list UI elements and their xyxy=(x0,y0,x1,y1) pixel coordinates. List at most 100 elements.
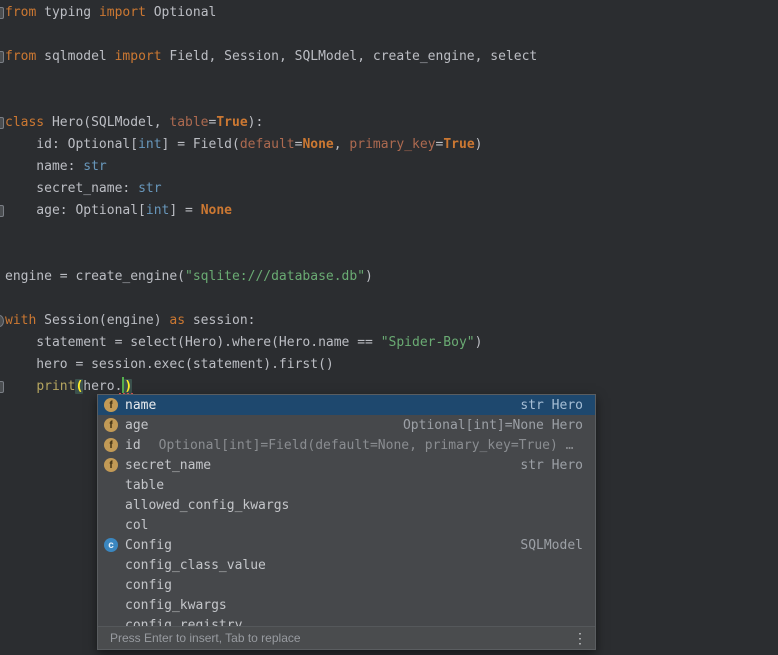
token-nb: None xyxy=(302,137,333,152)
code-line[interactable]: statement = select(Hero).where(Hero.name… xyxy=(5,332,778,354)
completion-type-hint: Optional[int]=None Hero xyxy=(403,418,583,433)
completion-label: col xyxy=(125,518,148,533)
gutter-icon-fragment xyxy=(0,7,4,19)
code-line[interactable] xyxy=(5,222,778,244)
completion-item[interactable]: config_registry xyxy=(98,615,595,626)
token-pl: ) xyxy=(365,269,373,284)
no-icon-spacer xyxy=(104,578,118,592)
token-str: "sqlite:///database.db" xyxy=(185,269,365,284)
token-kw: from xyxy=(5,5,36,20)
code-line[interactable] xyxy=(5,288,778,310)
completion-label: config xyxy=(125,578,172,593)
completion-label: secret_name xyxy=(125,458,211,473)
autocomplete-popup: fnamestr HerofageOptional[int]=None Hero… xyxy=(97,394,596,650)
token-kwarg: primary_key xyxy=(349,137,435,152)
code-line[interactable] xyxy=(5,244,778,266)
code-line[interactable]: hero = session.exec(statement).first() xyxy=(5,354,778,376)
class-icon: c xyxy=(104,538,118,552)
token-pl: ): xyxy=(248,115,264,130)
gutter-icon-fragment xyxy=(0,205,4,217)
token-kw: as xyxy=(169,313,185,328)
token-pl xyxy=(5,379,36,394)
token-pl: sqlmodel xyxy=(36,49,114,64)
completion-item[interactable]: config xyxy=(98,575,595,595)
no-icon-spacer xyxy=(104,498,118,512)
token-kw: with xyxy=(5,313,36,328)
token-ty: int xyxy=(146,203,169,218)
token-ty: str xyxy=(138,181,161,196)
token-pl: Optional xyxy=(146,5,216,20)
token-pl: hero. xyxy=(83,379,122,394)
token-pl: id: Optional[ xyxy=(5,137,138,152)
token-pl: hero = session.exec(statement).first() xyxy=(5,357,334,372)
token-kw: import xyxy=(115,49,162,64)
completion-item[interactable]: fageOptional[int]=None Hero xyxy=(98,415,595,435)
code-line[interactable]: from typing import Optional xyxy=(5,2,778,24)
no-icon-spacer xyxy=(104,478,118,492)
token-nb: None xyxy=(201,203,232,218)
token-pl: , xyxy=(334,137,350,152)
token-pl: Session(engine) xyxy=(36,313,169,328)
editor-code-area[interactable]: from typing import Optionalfrom sqlmodel… xyxy=(0,0,778,398)
gutter-icon-fragment xyxy=(0,51,4,63)
code-line[interactable]: class Hero(SQLModel, table=True): xyxy=(5,112,778,134)
completion-footer: Press Enter to insert, Tab to replace ⋮ xyxy=(98,626,595,649)
field-icon: f xyxy=(104,418,118,432)
token-pl: ) xyxy=(475,335,483,350)
token-pl: ) xyxy=(475,137,483,152)
code-line[interactable] xyxy=(5,90,778,112)
code-line[interactable]: id: Optional[int] = Field(default=None, … xyxy=(5,134,778,156)
token-pl: Hero(SQLModel, xyxy=(44,115,169,130)
completion-item[interactable]: cConfigSQLModel xyxy=(98,535,595,555)
code-line[interactable]: with Session(engine) as session: xyxy=(5,310,778,332)
code-line[interactable]: secret_name: str xyxy=(5,178,778,200)
completion-item[interactable]: config_kwargs xyxy=(98,595,595,615)
token-kw: from xyxy=(5,49,36,64)
token-ty: str xyxy=(83,159,106,174)
field-icon: f xyxy=(104,458,118,472)
completion-label: allowed_config_kwargs xyxy=(125,498,289,513)
code-line[interactable]: age: Optional[int] = None xyxy=(5,200,778,222)
token-kwarg: table xyxy=(169,115,208,130)
completion-label: id xyxy=(125,438,141,453)
completion-item[interactable]: f secret_name str Hero xyxy=(98,455,595,475)
completion-item[interactable]: col xyxy=(98,515,595,535)
completion-list: fnamestr HerofageOptional[int]=None Hero… xyxy=(98,395,595,626)
completion-signature: Optional[int]=Field(default=None, primar… xyxy=(159,438,574,453)
code-line[interactable] xyxy=(5,68,778,90)
token-pl: Field, Session, SQLModel, create_engine,… xyxy=(162,49,538,64)
token-nb: True xyxy=(443,137,474,152)
code-editor-window: from typing import Optionalfrom sqlmodel… xyxy=(0,0,778,655)
completion-type-hint: str Hero xyxy=(520,458,583,473)
no-icon-spacer xyxy=(104,518,118,532)
completion-item[interactable]: config_class_value xyxy=(98,555,595,575)
no-icon-spacer xyxy=(104,558,118,572)
completion-item[interactable]: fidOptional[int]=Field(default=None, pri… xyxy=(98,435,595,455)
no-icon-spacer xyxy=(104,618,118,626)
token-pl: typing xyxy=(36,5,99,20)
token-pl: ] = xyxy=(169,203,200,218)
token-pl: secret_name: xyxy=(5,181,138,196)
kebab-menu-icon[interactable]: ⋮ xyxy=(573,631,587,645)
completion-item[interactable]: allowed_config_kwargs xyxy=(98,495,595,515)
completion-label: table xyxy=(125,478,164,493)
no-icon-spacer xyxy=(104,598,118,612)
code-line[interactable] xyxy=(5,24,778,46)
code-line[interactable]: name: str xyxy=(5,156,778,178)
code-line[interactable]: engine = create_engine("sqlite:///databa… xyxy=(5,266,778,288)
token-kw: import xyxy=(99,5,146,20)
token-fn: print xyxy=(36,379,75,394)
completion-item[interactable]: fnamestr Hero xyxy=(98,395,595,415)
token-pl: age: Optional[ xyxy=(5,203,146,218)
completion-label: config_registry xyxy=(125,618,242,627)
completion-label: config_kwargs xyxy=(125,598,227,613)
code-line[interactable]: from sqlmodel import Field, Session, SQL… xyxy=(5,46,778,68)
token-pl: name: xyxy=(5,159,83,174)
field-icon: f xyxy=(104,398,118,412)
completion-item[interactable]: table xyxy=(98,475,595,495)
token-nb: True xyxy=(216,115,247,130)
completion-type-hint: str Hero xyxy=(520,398,583,413)
gutter-icon-fragment xyxy=(0,381,4,393)
completion-footer-hint: Press Enter to insert, Tab to replace xyxy=(110,631,301,645)
token-pl: statement = select(Hero).where(Hero.name… xyxy=(5,335,381,350)
